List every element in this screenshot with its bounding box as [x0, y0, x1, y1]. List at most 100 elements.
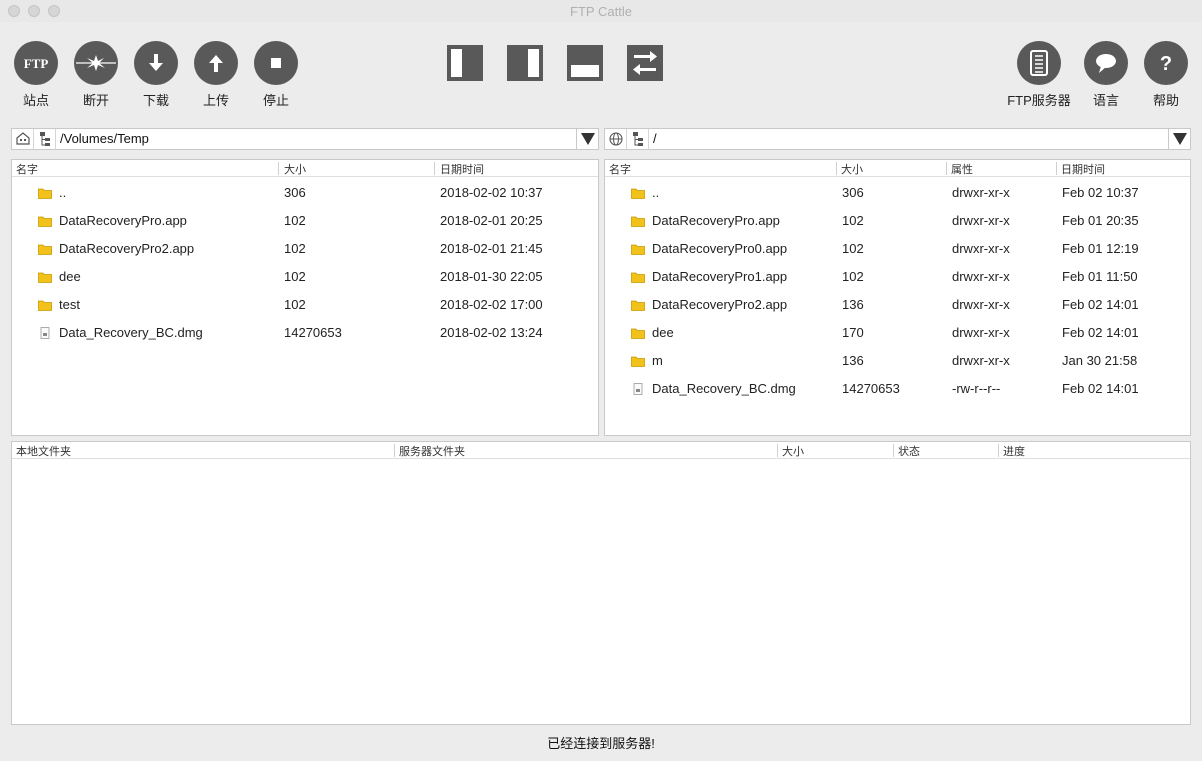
language-label: 语言: [1092, 93, 1119, 108]
help-button[interactable]: ? 帮助: [1136, 41, 1196, 111]
file-row[interactable]: .. 306 2018-02-02 10:37: [12, 179, 598, 207]
app-window: FTP Cattle FTP 站点 断开 下载 上传 停止 FTP服务器 语言 …: [0, 0, 1202, 761]
help-label: 帮助: [1152, 93, 1179, 108]
file-size: 136: [842, 297, 864, 312]
help-question-icon: ?: [1144, 41, 1188, 85]
file-row[interactable]: DataRecoveryPro2.app 136 drwxr-xr-x Feb 02 …: [605, 291, 1190, 319]
file-permissions: drwxr-xr-x: [952, 353, 1010, 368]
file-row[interactable]: m 136 drwxr-xr-x Jan 30 21:58: [605, 347, 1190, 375]
swap-panes-icon[interactable]: [626, 44, 664, 82]
local-home-icon[interactable]: [12, 129, 34, 149]
layout-left-pane-icon[interactable]: [446, 44, 484, 82]
file-size: 102: [284, 269, 306, 284]
file-name: dee: [59, 269, 81, 284]
file-size: 102: [842, 213, 864, 228]
column-header-date[interactable]: 日期时间: [440, 161, 484, 177]
remote-path-bar: /: [604, 128, 1191, 150]
local-list-header: 名字 大小 日期时间: [12, 160, 598, 177]
file-permissions: drwxr-xr-x: [952, 185, 1010, 200]
column-header-permissions[interactable]: 属性: [951, 161, 973, 177]
remote-globe-icon[interactable]: [605, 129, 627, 149]
file-date: Feb 01 20:35: [1062, 213, 1139, 228]
file-permissions: drwxr-xr-x: [952, 325, 1010, 340]
remote-tree-icon[interactable]: [627, 129, 649, 149]
stop-label: 停止: [262, 93, 289, 108]
column-header-progress[interactable]: 进度: [1003, 443, 1025, 459]
site-button[interactable]: FTP 站点: [6, 41, 66, 111]
ftp-server-button[interactable]: FTP服务器: [1004, 41, 1074, 111]
download-button[interactable]: 下载: [126, 41, 186, 111]
file-date: 2018-02-01 20:25: [440, 213, 543, 228]
file-size: 14270653: [284, 325, 342, 340]
layout-bottom-pane-icon[interactable]: [566, 44, 604, 82]
column-header-date[interactable]: 日期时间: [1061, 161, 1105, 177]
file-row[interactable]: DataRecoveryPro.app 102 drwxr-xr-x Feb 01 2…: [605, 207, 1190, 235]
ftp-server-icon: [1017, 41, 1061, 85]
column-header-size[interactable]: 大小: [782, 443, 804, 459]
file-permissions: drwxr-xr-x: [952, 297, 1010, 312]
stop-button[interactable]: 停止: [246, 41, 306, 111]
column-header-name[interactable]: 名字: [609, 161, 631, 177]
file-date: Feb 01 12:19: [1062, 241, 1139, 256]
remote-path-dropdown-icon[interactable]: [1168, 129, 1190, 149]
file-size: 102: [842, 269, 864, 284]
file-size: 102: [284, 213, 306, 228]
file-size: 306: [842, 185, 864, 200]
file-row[interactable]: DataRecoveryPro2.app 102 2018-02-01 21:45: [12, 235, 598, 263]
local-path-dropdown-icon[interactable]: [576, 129, 598, 149]
file-date: 2018-02-02 17:00: [440, 297, 543, 312]
file-row[interactable]: Data_Recovery_BC.dmg 14270653 -rw-r--r-- Fe…: [605, 375, 1190, 403]
column-header-size[interactable]: 大小: [841, 161, 863, 177]
file-permissions: drwxr-xr-x: [952, 213, 1010, 228]
file-size: 102: [842, 241, 864, 256]
upload-button[interactable]: 上传: [186, 41, 246, 111]
file-date: Feb 02 14:01: [1062, 381, 1139, 396]
file-date: 2018-01-30 22:05: [440, 269, 543, 284]
file-row[interactable]: .. 306 drwxr-xr-x Feb 02 10:37: [605, 179, 1190, 207]
column-header-name[interactable]: 名字: [16, 161, 38, 177]
file-date: Feb 01 11:50: [1062, 269, 1138, 284]
download-label: 下载: [142, 93, 169, 108]
file-row[interactable]: test 102 2018-02-02 17:00: [12, 291, 598, 319]
disconnect-button[interactable]: 断开: [66, 41, 126, 111]
column-header-status[interactable]: 状态: [898, 443, 920, 459]
file-row[interactable]: dee 170 drwxr-xr-x Feb 02 14:01: [605, 319, 1190, 347]
file-date: Feb 02 14:01: [1062, 297, 1139, 312]
file-name: Data_Recovery_BC.dmg: [652, 381, 796, 396]
file-size: 136: [842, 353, 864, 368]
file-permissions: drwxr-xr-x: [952, 269, 1010, 284]
column-header-server-folder[interactable]: 服务器文件夹: [399, 443, 465, 459]
file-name: Data_Recovery_BC.dmg: [59, 325, 203, 340]
ftp-site-icon: FTP: [14, 41, 58, 85]
download-arrow-icon: [134, 41, 178, 85]
language-button[interactable]: 语言: [1076, 41, 1136, 111]
file-row[interactable]: DataRecoveryPro.app 102 2018-02-01 20:25: [12, 207, 598, 235]
file-name: ..: [652, 185, 660, 200]
column-header-size[interactable]: 大小: [284, 161, 306, 177]
connection-status: 已经连接到服务器!: [547, 736, 655, 751]
file-row[interactable]: Data_Recovery_BC.dmg 14270653 2018-02-02 1…: [12, 319, 598, 347]
file-date: Jan 30 21:58: [1062, 353, 1138, 368]
stop-icon: [254, 41, 298, 85]
file-row[interactable]: DataRecoveryPro0.app 102 drwxr-xr-x Feb 01 …: [605, 235, 1190, 263]
local-path-bar: /Volumes/Temp: [11, 128, 599, 150]
file-date: 2018-02-01 21:45: [440, 241, 543, 256]
disconnect-icon: [74, 41, 118, 85]
remote-file-list: 名字 大小 属性 日期时间 .. 306 drwxr-xr-x Feb 02 10:3…: [604, 159, 1191, 436]
transfer-queue: 本地文件夹 服务器文件夹 大小 状态 进度: [11, 441, 1191, 725]
file-name: DataRecoveryPro0.app: [652, 241, 788, 256]
local-path-input[interactable]: /Volumes/Temp: [60, 131, 149, 146]
remote-path-input[interactable]: /: [653, 131, 657, 146]
local-tree-icon[interactable]: [34, 129, 56, 149]
file-row[interactable]: dee 102 2018-01-30 22:05: [12, 263, 598, 291]
layout-right-pane-icon[interactable]: [506, 44, 544, 82]
column-header-local-folder[interactable]: 本地文件夹: [16, 443, 71, 459]
file-name: m: [652, 353, 663, 368]
window-title: FTP Cattle: [570, 4, 632, 19]
file-name: DataRecoveryPro2.app: [59, 241, 195, 256]
file-row[interactable]: DataRecoveryPro1.app 102 drwxr-xr-x Feb 01 …: [605, 263, 1190, 291]
upload-label: 上传: [202, 93, 229, 108]
language-speech-icon: [1084, 41, 1128, 85]
file-size: 170: [842, 325, 864, 340]
svg-text:?: ?: [1160, 53, 1172, 75]
